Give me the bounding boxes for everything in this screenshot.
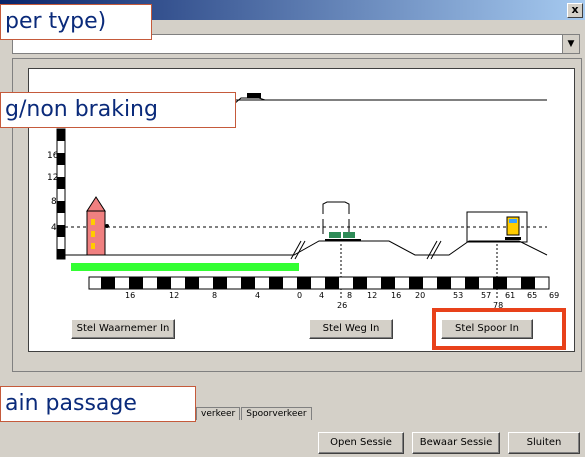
close-button[interactable]: x: [567, 3, 583, 18]
scale-label: 53: [453, 291, 464, 300]
scale-label: 65: [527, 291, 538, 300]
bewaar-sessie-button[interactable]: Bewaar Sessie: [412, 432, 500, 454]
scale-label: 12: [169, 291, 180, 300]
stel-weg-button[interactable]: Stel Weg In: [309, 319, 393, 339]
observer-building: [86, 210, 106, 256]
y-tick-label: 12: [47, 173, 59, 183]
scale-label: 57: [481, 291, 492, 300]
braking-distance-bar: [71, 263, 299, 271]
vertical-scale: [56, 128, 66, 260]
scale-label: 61: [505, 291, 516, 300]
scale-label: 8: [347, 291, 353, 300]
car-right: [343, 232, 355, 238]
scale-label: 69: [549, 291, 560, 300]
y-tick-label: 8: [51, 197, 57, 207]
ground-profile: [65, 240, 548, 256]
y-tick-label: 16: [47, 151, 59, 161]
scale-label: 20: [415, 291, 426, 300]
scale-label: 8: [212, 291, 218, 300]
scale-label: 16: [391, 291, 402, 300]
highlight-box: [432, 308, 566, 350]
top-profile-marker: [233, 97, 266, 105]
callout-bottom: ain passage: [0, 386, 196, 422]
callout-middle: g/non braking: [0, 92, 236, 128]
tab-strip: verkeer Spoorverkeer: [196, 407, 313, 423]
tab-verkeer[interactable]: verkeer: [196, 407, 241, 420]
road-gate: [322, 201, 350, 214]
scale-label: 4: [255, 291, 261, 300]
y-tick-label: 4: [51, 223, 57, 233]
stel-waarnemer-button[interactable]: Stel Waarnemer In: [71, 319, 175, 339]
marker-label: 26: [337, 301, 348, 310]
scale-label: 0: [297, 291, 303, 300]
chevron-down-icon[interactable]: ▼: [562, 35, 579, 53]
tab-spoorverkeer[interactable]: Spoorverkeer: [241, 407, 312, 420]
scale-label: 16: [125, 291, 136, 300]
scale-label: 4: [319, 291, 325, 300]
sluiten-button[interactable]: Sluiten: [508, 432, 580, 454]
top-train-icon: [247, 93, 261, 98]
scale-label: 12: [367, 291, 378, 300]
open-sessie-button[interactable]: Open Sessie: [318, 432, 404, 454]
callout-top: per type): [0, 4, 152, 40]
application-window: x ▼ 16 12 8 4 16 12 8 4 0 4 8 12 16 20 5…: [0, 0, 585, 457]
car-left: [329, 232, 341, 238]
